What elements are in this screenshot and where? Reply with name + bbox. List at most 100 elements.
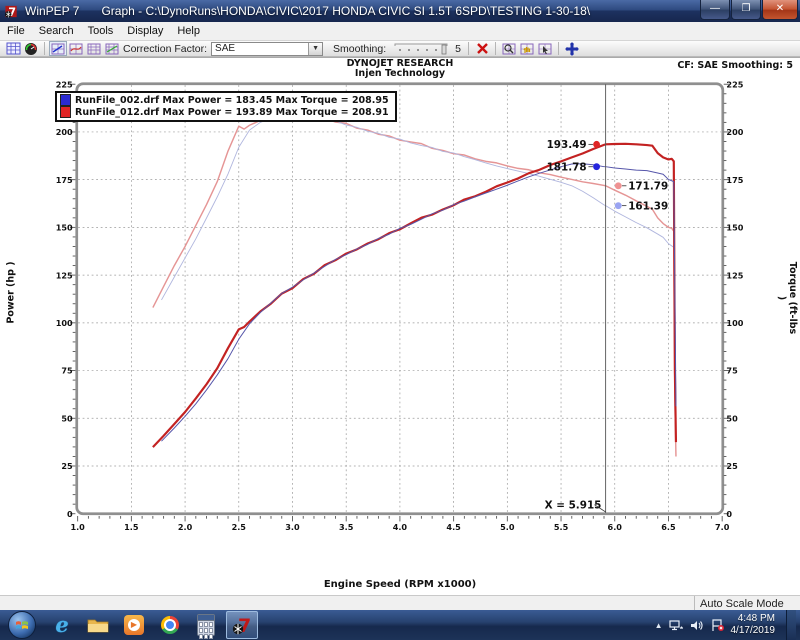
x-tick-label: 4.0 <box>393 522 408 532</box>
minimize-button[interactable]: — <box>700 0 730 20</box>
legend-row: RunFile_002.drf Max Power = 183.45 Max T… <box>60 94 389 106</box>
media-player-icon[interactable]: ▶ <box>118 611 150 639</box>
cursor-label: X = 5.915 <box>545 499 602 511</box>
scale-mode-indicator: Auto Scale Mode <box>694 596 800 611</box>
windows-logo-icon <box>15 618 29 632</box>
smoothing-value: 5 <box>455 43 461 55</box>
taskbar-clock[interactable]: 4:48 PM 4/17/2019 <box>731 613 776 637</box>
dyno-chart-svg[interactable]: 1.01.52.02.53.03.54.04.55.05.56.06.57.00… <box>0 58 800 596</box>
winpep-app-icon: 7 <box>4 4 20 19</box>
restore-button[interactable]: ❐ <box>731 0 761 20</box>
x-tick-label: 6.5 <box>661 522 676 532</box>
legend-label: RunFile_012.drf Max Power = 193.89 Max T… <box>75 107 389 118</box>
pan-hand-icon <box>520 43 534 55</box>
y-tick-label-right: 125 <box>726 270 743 280</box>
menu-help[interactable]: Help <box>170 23 207 39</box>
calculator-icon[interactable] <box>190 611 222 639</box>
callout-dot <box>615 182 622 189</box>
gauge-view-button[interactable] <box>22 41 40 56</box>
graph-view-button[interactable] <box>4 41 22 56</box>
y-tick-label-left: 200 <box>56 127 73 137</box>
file-explorer-icon[interactable] <box>82 611 114 639</box>
gauge-icon <box>24 42 38 56</box>
toolbar-separator <box>44 42 45 55</box>
smoothing-label: Smoothing: <box>333 43 386 55</box>
legend-swatch-red <box>60 106 71 118</box>
y-tick-label-left: 225 <box>56 79 73 89</box>
action-center-flag-icon[interactable] <box>710 619 725 632</box>
start-button[interactable] <box>8 611 36 639</box>
dropdown-arrow-icon[interactable]: ▼ <box>308 43 322 55</box>
chrome-icon[interactable] <box>154 611 186 639</box>
delete-run-button[interactable] <box>473 41 491 56</box>
y-tick-label-left: 100 <box>56 318 73 328</box>
hidden-icons-chevron[interactable]: ▲ <box>655 621 663 630</box>
y-tick-label-left: 125 <box>56 270 73 280</box>
y-tick-label-left: 150 <box>56 223 73 233</box>
pan-tool-button[interactable] <box>518 41 536 56</box>
network-icon[interactable] <box>669 619 684 632</box>
y-tick-label-right: 75 <box>726 366 738 376</box>
taskbar: e ▶ 7 ▲ <box>0 610 800 640</box>
graph-type-3-icon <box>87 43 101 55</box>
x-tick-label: 3.0 <box>285 522 300 532</box>
select-tool-button[interactable] <box>536 41 554 56</box>
correction-factor-dropdown[interactable]: SAE ▼ <box>211 42 323 56</box>
move-axes-button[interactable] <box>563 41 581 56</box>
graph-type-2-button[interactable] <box>67 41 85 56</box>
menu-file[interactable]: File <box>0 23 32 39</box>
pointer-grid-icon <box>538 43 552 55</box>
x-tick-label: 4.5 <box>446 522 461 532</box>
graph-type-3-button[interactable] <box>85 41 103 56</box>
window-controls: — ❐ ✕ <box>699 0 800 22</box>
internet-explorer-icon[interactable]: e <box>46 611 78 639</box>
show-desktop-button[interactable] <box>786 610 796 640</box>
callout-label: 193.49 <box>547 139 587 151</box>
legend-label: RunFile_002.drf Max Power = 183.45 Max T… <box>75 95 389 106</box>
menu-search[interactable]: Search <box>32 23 81 39</box>
y-tick-label-left: 50 <box>61 413 73 423</box>
winpep-taskbar-button[interactable]: 7 <box>226 611 258 639</box>
callout-label: 181.78 <box>547 161 587 173</box>
callout-dot <box>593 163 600 170</box>
y-tick-label-left: 0 <box>67 509 73 519</box>
x-tick-label: 2.0 <box>178 522 193 532</box>
y-tick-label-left: 25 <box>61 461 73 471</box>
desktop: 7 WinPEP 7 Graph - C:\DynoRuns\HONDA\CIV… <box>0 0 800 640</box>
y-tick-label-right: 100 <box>726 318 743 328</box>
title-bar: 7 WinPEP 7 Graph - C:\DynoRuns\HONDA\CIV… <box>0 0 800 22</box>
graph-type-4-button[interactable] <box>103 41 121 56</box>
smoothing-slider[interactable] <box>393 43 449 55</box>
menu-bar: File Search Tools Display Help <box>0 22 800 41</box>
toolbar-separator <box>558 42 559 55</box>
zoom-tool-button[interactable] <box>500 41 518 56</box>
toolbar: Correction Factor: SAE ▼ Smoothing: 5 <box>0 41 800 57</box>
speaker-icon[interactable] <box>690 619 704 632</box>
system-tray: ▲ 4:48 PM 4/17/2019 <box>655 610 800 640</box>
toolbar-separator <box>468 42 469 55</box>
x-tick-label: 6.0 <box>608 522 623 532</box>
chart-header-cf: CF: SAE Smoothing: 5 <box>677 60 793 71</box>
graph-grid-icon <box>6 42 21 55</box>
menu-display[interactable]: Display <box>120 23 170 39</box>
x-tick-label: 1.5 <box>124 522 139 532</box>
y-tick-label-right: 50 <box>726 413 738 423</box>
chart-legend: RunFile_002.drf Max Power = 183.45 Max T… <box>55 91 397 122</box>
x-tick-label: 1.0 <box>70 522 85 532</box>
y-tick-label-right: 200 <box>726 127 743 137</box>
correction-factor-label: Correction Factor: <box>123 43 207 55</box>
correction-factor-value: SAE <box>212 43 308 54</box>
menu-tools[interactable]: Tools <box>81 23 121 39</box>
graph-type-1-button[interactable] <box>49 41 67 56</box>
clock-date: 4/17/2019 <box>731 625 776 637</box>
app-name: WinPEP 7 <box>25 4 79 18</box>
callout-label: 171.79 <box>628 180 668 192</box>
status-bar: Auto Scale Mode <box>0 595 800 611</box>
y-tick-label-right: 225 <box>726 79 743 89</box>
y-axis-title-torque: Torque (ft-lbs ) <box>776 258 798 338</box>
x-tick-label: 5.0 <box>500 522 515 532</box>
winpep-logo-icon: 7 <box>231 614 253 636</box>
close-button[interactable]: ✕ <box>762 0 798 20</box>
legend-row: RunFile_012.drf Max Power = 193.89 Max T… <box>60 106 389 118</box>
x-axis-title: Engine Speed (RPM x1000) <box>0 579 800 590</box>
